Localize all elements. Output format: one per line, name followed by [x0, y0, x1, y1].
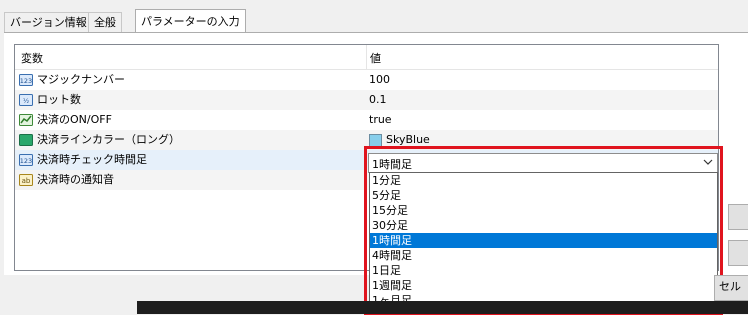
row-value[interactable]: 0.1	[369, 90, 387, 110]
tab-version-info[interactable]: バージョン情報	[4, 12, 93, 32]
row-name-cell: ab 決済時の通知音	[19, 170, 114, 190]
color-swatch	[369, 133, 382, 147]
row-name: 決済ラインカラー（ロング）	[37, 133, 180, 146]
row-name: 決済時チェック時間足	[37, 153, 147, 166]
row-name: 決済のON/OFF	[37, 113, 112, 126]
color-value: SkyBlue	[386, 133, 430, 146]
header-value: 値	[370, 52, 381, 65]
svg-text:123: 123	[20, 157, 32, 165]
grid-header: 変数 値	[15, 45, 718, 70]
row-name-cell: 123 マジックナンバー	[19, 70, 125, 90]
row-name-cell: 決済ラインカラー（ロング）	[19, 130, 180, 150]
color-icon	[19, 133, 33, 147]
background-strip	[137, 301, 748, 314]
tab-version-info-label: バージョン情報	[10, 16, 87, 29]
row-name-cell: ½ ロット数	[19, 90, 81, 110]
chart-toggle-icon	[19, 113, 33, 127]
grid-row-magic-number[interactable]: 123 マジックナンバー 100	[15, 70, 718, 90]
svg-text:ab: ab	[22, 177, 31, 185]
cancel-button-label: セル	[719, 280, 741, 293]
row-name: ロット数	[37, 93, 81, 106]
text-ab-icon: ab	[19, 173, 33, 187]
numeric-123-icon: 123	[19, 153, 33, 167]
grid-row-close-toggle[interactable]: 決済のON/OFF true	[15, 110, 718, 130]
side-button-1[interactable]	[728, 204, 748, 230]
side-button-2[interactable]	[728, 240, 748, 266]
grid-row-lot[interactable]: ½ ロット数 0.1	[15, 90, 718, 110]
row-value[interactable]: true	[369, 110, 392, 130]
numeric-123-icon: 123	[19, 73, 33, 87]
tab-general-label: 全般	[94, 16, 116, 29]
svg-text:½: ½	[23, 97, 29, 105]
tab-bar: バージョン情報 全般 パラメーターの入力	[0, 0, 748, 33]
row-name-cell: 123 決済時チェック時間足	[19, 150, 147, 170]
svg-text:123: 123	[20, 77, 32, 85]
tab-parameter-input-label: パラメーターの入力	[141, 15, 240, 28]
row-name: マジックナンバー	[37, 73, 125, 86]
tab-parameter-input[interactable]: パラメーターの入力	[135, 9, 246, 33]
header-variable: 変数	[21, 52, 43, 65]
cancel-button[interactable]: セル	[714, 275, 748, 301]
column-divider[interactable]	[366, 45, 367, 69]
annotation-highlight-box	[364, 146, 723, 315]
row-name-cell: 決済のON/OFF	[19, 110, 112, 130]
row-value[interactable]: 100	[369, 70, 390, 90]
row-name: 決済時の通知音	[37, 173, 114, 186]
fraction-icon: ½	[19, 93, 33, 107]
tab-general[interactable]: 全般	[88, 12, 122, 32]
